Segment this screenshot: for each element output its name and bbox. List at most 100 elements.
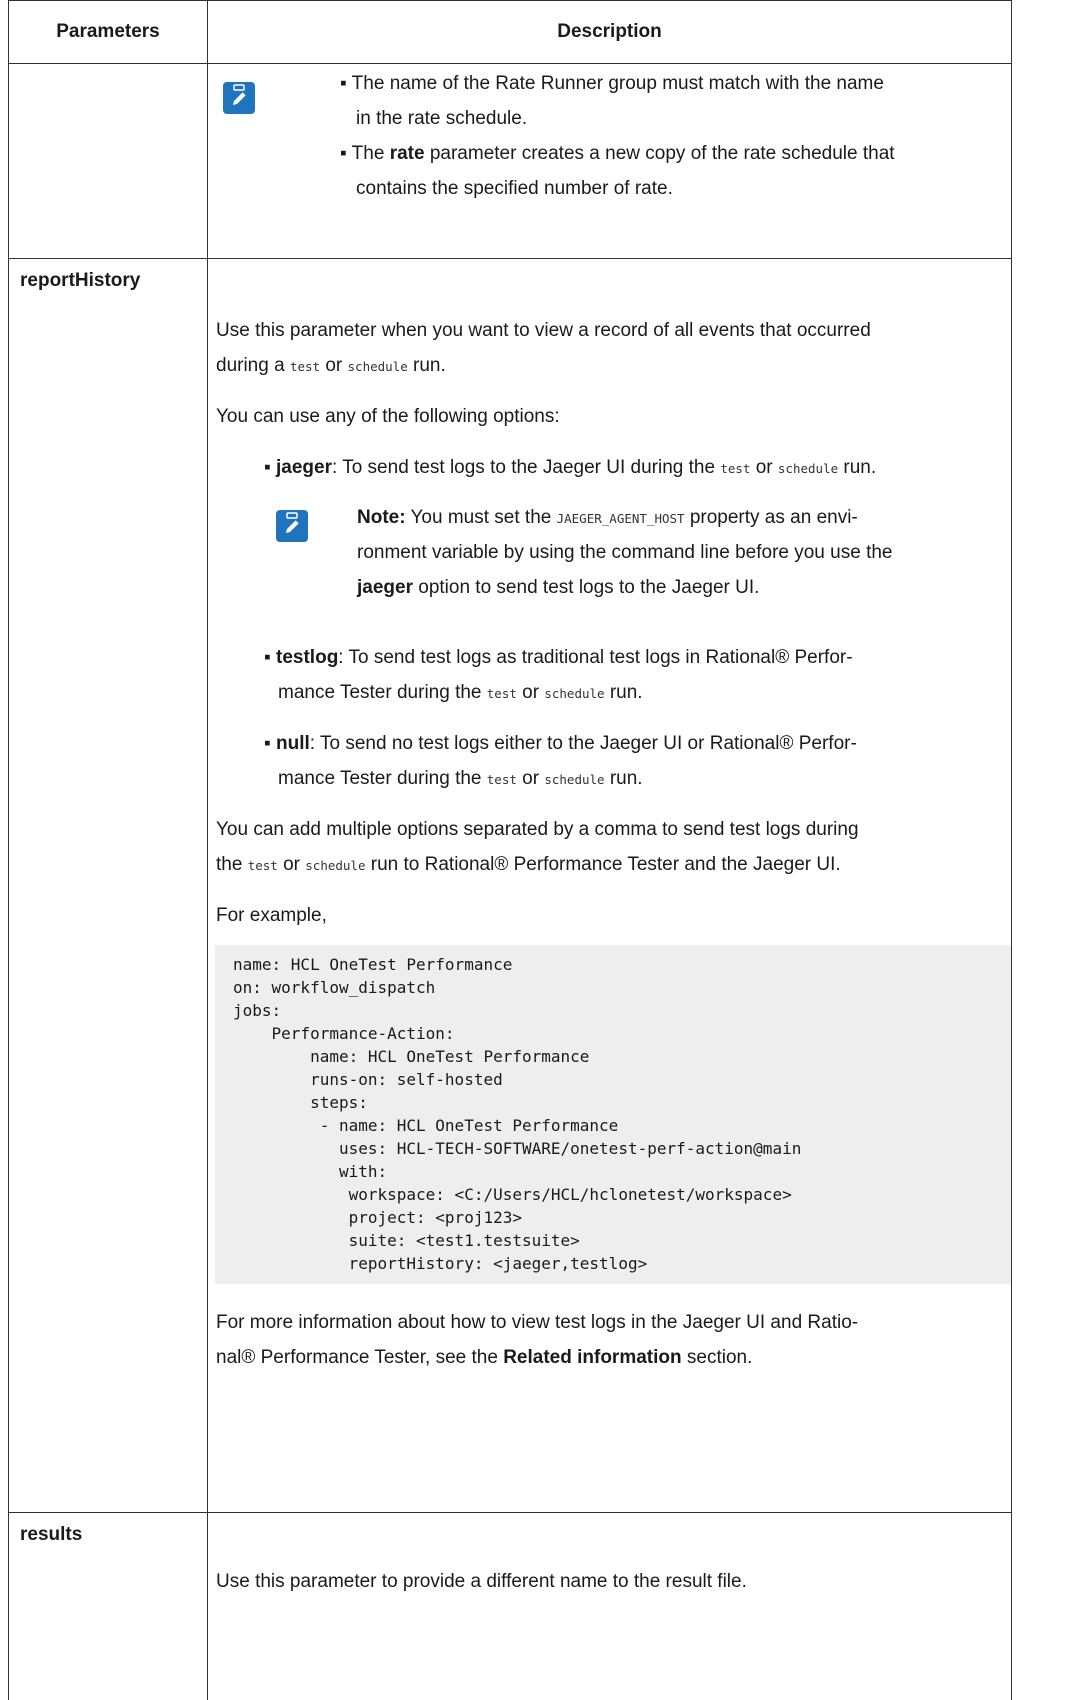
bullet-text: in the rate schedule. <box>356 108 528 129</box>
text: parameter creates a new copy of the rate… <box>424 143 895 164</box>
bold-term: rate <box>389 143 425 164</box>
note-label: Note: <box>357 507 406 528</box>
paragraph: You can add multiple options separated b… <box>216 812 859 847</box>
text: or <box>516 682 545 703</box>
text: Use this parameter when you want to view… <box>216 320 871 341</box>
code-line: reportHistory: <jaeger,testlog> <box>233 1254 648 1273</box>
text: option to send test logs to the Jaeger U… <box>412 577 760 598</box>
parameters-table: Parameters Description ▪ The name of the… <box>8 0 1012 1700</box>
header-parameters: Parameters <box>9 1 208 63</box>
text: or <box>320 355 348 376</box>
paragraph: the test or schedule run to Rational® Pe… <box>216 847 841 883</box>
bullet-text: contains the specified number of rate. <box>356 178 673 199</box>
option-null: mance Tester during the test or schedule… <box>278 761 643 797</box>
code-line: Performance-Action: <box>233 1024 455 1043</box>
bullet: ▪ <box>264 647 277 668</box>
inline-code: schedule <box>544 686 605 701</box>
bullet: ▪ <box>264 733 277 754</box>
paragraph: during a test or schedule run. <box>216 348 446 384</box>
option-testlog: ▪ testlog: To send test logs as traditio… <box>264 640 853 675</box>
text: ronment variable by using the command li… <box>357 542 893 563</box>
header-description: Description <box>557 21 662 42</box>
text: or <box>516 768 545 789</box>
bullet-rate-parameter: ▪ The rate parameter creates a new copy … <box>340 136 895 171</box>
note-icon <box>223 82 255 114</box>
text: For example, <box>216 905 327 926</box>
text: ▪ The <box>340 143 390 164</box>
bullet: ▪ <box>264 457 277 478</box>
text: mance Tester during the <box>278 682 487 703</box>
code-line: uses: HCL-TECH-SOFTWARE/onetest-perf-act… <box>233 1139 802 1158</box>
text: Use this parameter to provide a differen… <box>216 1571 747 1592</box>
bold-term: jaeger <box>276 457 332 478</box>
bold-term: testlog <box>276 647 339 668</box>
text: property as an envi- <box>684 507 858 528</box>
text: You must set the <box>405 507 557 528</box>
code-line: runs-on: self-hosted <box>233 1070 503 1089</box>
text: : To send test logs as traditional test … <box>338 647 853 668</box>
note-text: jaeger option to send test logs to the J… <box>357 570 759 605</box>
text: during a <box>216 355 290 376</box>
inline-code: test <box>486 772 517 787</box>
bullet-continuation: contains the specified number of rate. <box>356 171 673 206</box>
text: run. <box>604 682 643 703</box>
text: : To send test logs to the Jaeger UI dur… <box>332 457 721 478</box>
related-information-link-text: Related information <box>503 1347 682 1368</box>
inline-code: test <box>486 686 517 701</box>
code-line: name: HCL OneTest Performance <box>233 1047 590 1066</box>
inline-code: test <box>720 461 751 476</box>
text: mance Tester during the <box>278 768 487 789</box>
inline-code: schedule <box>544 772 605 787</box>
bullet-text: ▪ The name of the Rate Runner group must… <box>340 73 884 94</box>
code-example-block: name: HCL OneTest Performance on: workfl… <box>215 945 1011 1284</box>
column-divider <box>207 64 208 1700</box>
table-header: Parameters Description <box>9 0 1011 64</box>
paragraph: Use this parameter to provide a differen… <box>216 1564 747 1599</box>
text: For more information about how to view t… <box>216 1312 859 1333</box>
bullet-continuation: in the rate schedule. <box>356 101 527 136</box>
inline-code: test <box>247 858 278 873</box>
param-results: results <box>20 1524 83 1545</box>
text: or <box>750 457 778 478</box>
code-line: steps: <box>233 1093 368 1112</box>
param-reporthistory: reportHistory <box>20 270 141 291</box>
inline-code: JAEGER_AGENT_HOST <box>556 511 685 526</box>
note-text: Note: You must set the JAEGER_AGENT_HOST… <box>357 500 858 536</box>
text: run to Rational® Performance Tester and … <box>365 854 841 875</box>
text: section. <box>681 1347 753 1368</box>
paragraph: For more information about how to view t… <box>216 1305 858 1340</box>
inline-code: schedule <box>305 858 366 873</box>
inline-code: test <box>289 359 321 374</box>
inline-code: schedule <box>777 461 839 476</box>
paragraph: Use this parameter when you want to view… <box>216 313 871 348</box>
text: run. <box>604 768 643 789</box>
option-jaeger: ▪ jaeger: To send test logs to the Jaege… <box>264 450 876 486</box>
code-line: project: <proj123> <box>233 1208 522 1227</box>
code-line: name: HCL OneTest Performance <box>233 955 513 974</box>
inline-code: schedule <box>347 359 408 374</box>
text: or <box>277 854 306 875</box>
paragraph: nal® Performance Tester, see the Related… <box>216 1340 752 1375</box>
text: You can use any of the following options… <box>216 406 560 427</box>
text: the <box>216 854 248 875</box>
bold-term: null <box>276 733 310 754</box>
text: run. <box>838 457 877 478</box>
note-text: ronment variable by using the command li… <box>357 535 892 570</box>
option-null: ▪ null: To send no test logs either to t… <box>264 726 857 761</box>
paragraph: For example, <box>216 898 327 933</box>
text: run. <box>407 355 446 376</box>
code-line: on: workflow_dispatch <box>233 978 436 997</box>
code-line: jobs: <box>233 1001 282 1020</box>
text: nal® Performance Tester, see the <box>216 1347 504 1368</box>
text: You can add multiple options separated b… <box>216 819 859 840</box>
paragraph: You can use any of the following options… <box>216 399 560 434</box>
option-testlog: mance Tester during the test or schedule… <box>278 675 643 711</box>
text: : To send no test logs either to the Jae… <box>309 733 857 754</box>
code-line: workspace: <C:/Users/HCL/hclonetest/work… <box>233 1185 792 1204</box>
note-icon <box>276 510 308 542</box>
bold-term: jaeger <box>357 577 413 598</box>
code-line: - name: HCL OneTest Performance <box>233 1116 619 1135</box>
bullet-rate-runner: ▪ The name of the Rate Runner group must… <box>340 66 884 101</box>
row-divider <box>9 258 1011 259</box>
code-line: with: <box>233 1162 388 1181</box>
